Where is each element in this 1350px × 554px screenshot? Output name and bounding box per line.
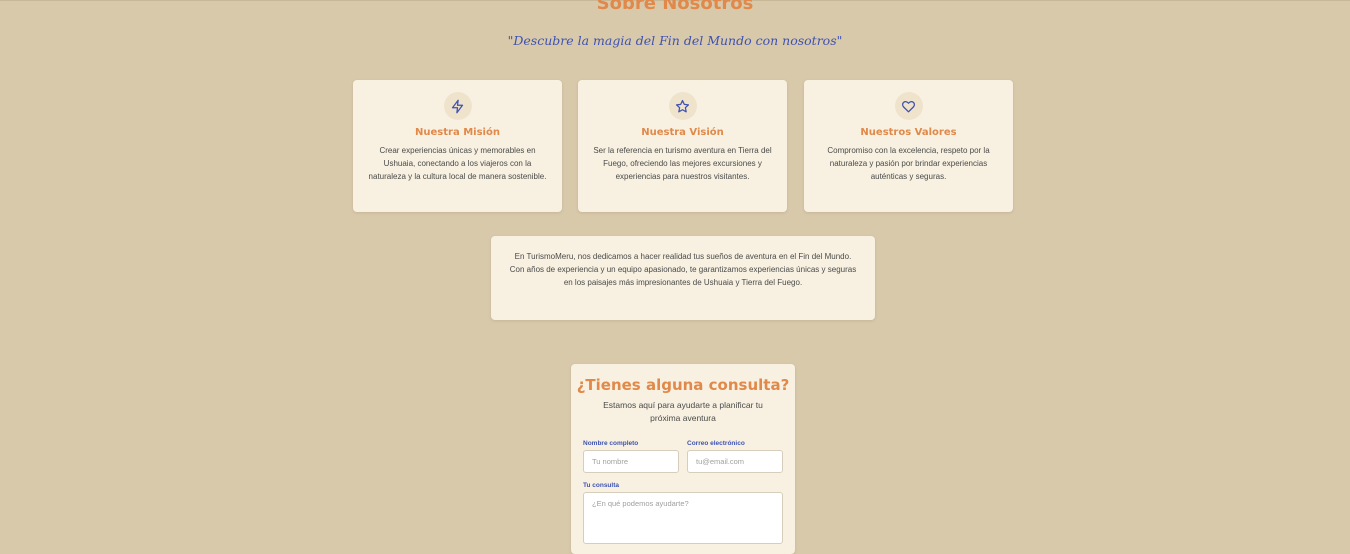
values-card: Nuestros Valores Compromiso con la excel… [804, 80, 1013, 212]
about-description-box: En TurismoMeru, nos dedicamos a hacer re… [491, 236, 875, 320]
email-label: Correo electrónico [687, 440, 745, 447]
star-icon [668, 92, 697, 120]
section-title: Sobre Nosotros [596, 0, 754, 14]
lightning-icon [443, 92, 472, 120]
card-text: Crear experiencias únicas y memorables e… [368, 146, 547, 181]
mission-card: Nuestra Misión Crear experiencias únicas… [353, 80, 562, 212]
about-description: En TurismoMeru, nos dedicamos a hacer re… [509, 252, 857, 287]
vision-card: Nuestra Visión Ser la referencia en turi… [578, 80, 787, 212]
name-input[interactable] [583, 450, 679, 473]
message-label: Tu consulta [583, 482, 619, 489]
card-title: Nuestros Valores [860, 127, 957, 138]
heart-icon [894, 92, 923, 120]
message-textarea[interactable] [583, 492, 783, 544]
form-subtitle: Estamos aquí para ayudarte a planificar … [603, 400, 763, 423]
form-title: ¿Tienes alguna consulta? [576, 376, 790, 394]
email-input[interactable] [687, 450, 783, 473]
card-title: Nuestra Visión [641, 127, 724, 138]
card-text: Compromiso con la excelencia, respeto po… [827, 146, 990, 181]
name-label: Nombre completo [583, 440, 639, 447]
card-text: Ser la referencia en turismo aventura en… [593, 146, 772, 181]
contact-form: ¿Tienes alguna consulta? Estamos aquí pa… [571, 364, 795, 554]
tagline: "Descubre la magia del Fin del Mundo con… [507, 33, 843, 48]
card-title: Nuestra Misión [415, 127, 500, 138]
